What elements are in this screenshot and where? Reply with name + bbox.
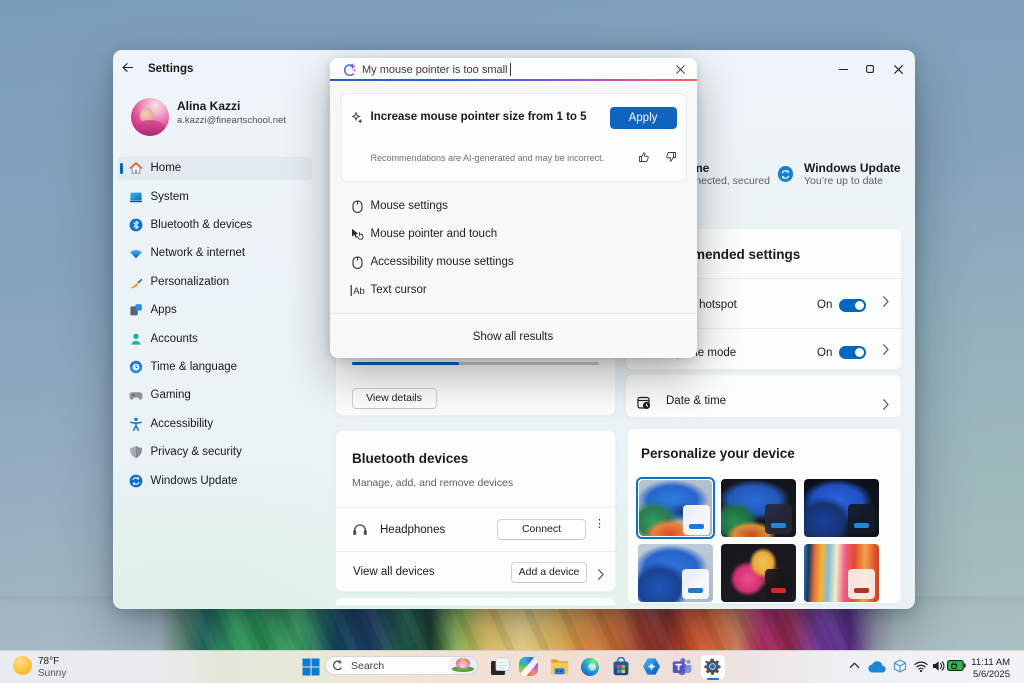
svg-text:Ab: Ab xyxy=(353,286,365,297)
